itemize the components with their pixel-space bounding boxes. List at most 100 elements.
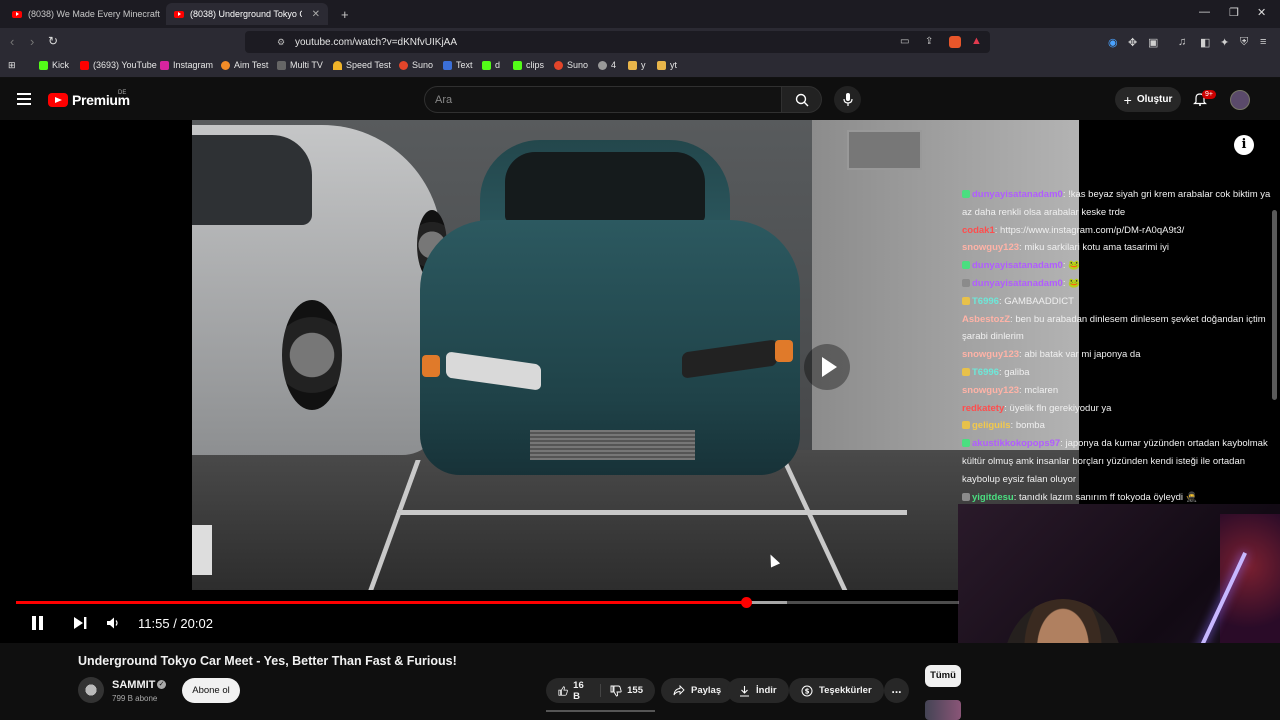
- chat-username[interactable]: snowguy123: [962, 385, 1019, 396]
- recommended-thumbnail[interactable]: [925, 700, 961, 720]
- like-button[interactable]: 16 B: [558, 680, 590, 702]
- close-tab-icon[interactable]: ✕: [312, 9, 320, 20]
- more-actions-button[interactable]: ...: [884, 678, 909, 703]
- channel-name[interactable]: SAMMIT: [112, 679, 155, 691]
- url-field[interactable]: ⚙ youtube.com/watch?v=dKNfvUIKjAA ▭ ⇪ ▲: [245, 31, 990, 53]
- chat-message: akustikkokopops97: japonya da kumar yüzü…: [958, 435, 1280, 488]
- create-label: Oluştur: [1136, 94, 1173, 105]
- download-button[interactable]: İndir: [727, 678, 789, 703]
- filter-chip-all[interactable]: Tümü: [925, 665, 961, 687]
- sidebar-icon[interactable]: ◧: [1200, 36, 1210, 49]
- music-icon[interactable]: ♫: [1178, 36, 1186, 48]
- voice-search-button[interactable]: [834, 86, 861, 113]
- wallet-icon[interactable]: ▣: [1148, 36, 1158, 49]
- forward-icon[interactable]: ›: [30, 34, 34, 49]
- bookmark-folder-yt[interactable]: yt: [657, 60, 677, 70]
- search-input[interactable]: Ara: [424, 86, 782, 113]
- chat-username[interactable]: akustikkokopops97: [972, 438, 1060, 449]
- chat-username[interactable]: geliguils: [972, 420, 1011, 431]
- youtube-favicon-icon: [174, 10, 184, 18]
- chat-username[interactable]: redkatety: [962, 403, 1004, 414]
- chat-username[interactable]: codak1: [962, 225, 995, 236]
- minimize-icon[interactable]: —: [1199, 6, 1210, 18]
- bookmark-suno[interactable]: Suno: [399, 60, 433, 70]
- subscribe-button[interactable]: Abone ol: [182, 678, 240, 703]
- ai-assistant-icon[interactable]: ✦: [1220, 36, 1229, 49]
- chat-username[interactable]: snowguy123: [962, 349, 1019, 360]
- brave-rewards-icon[interactable]: ▲: [971, 35, 982, 47]
- back-icon[interactable]: ‹: [10, 34, 14, 49]
- chat-username[interactable]: dunyayisatanadam0: [972, 260, 1063, 271]
- notification-badge: 9+: [1202, 90, 1216, 99]
- channel-avatar[interactable]: [78, 677, 104, 703]
- share-button[interactable]: Paylaş: [661, 678, 734, 703]
- speedometer-icon: [333, 60, 342, 70]
- dislike-count: 155: [627, 685, 643, 696]
- chat-text: 🐸: [1068, 277, 1080, 289]
- chat-username[interactable]: T6996: [972, 367, 999, 378]
- search-button[interactable]: [782, 86, 822, 113]
- maximize-icon[interactable]: ❐: [1229, 6, 1239, 19]
- apps-grid-icon[interactable]: ⊞: [8, 60, 16, 71]
- chat-username[interactable]: T6996: [972, 296, 999, 307]
- bookmark-label: d: [495, 60, 501, 70]
- car-windshield: [505, 152, 705, 222]
- menu-icon[interactable]: ≡: [1260, 36, 1266, 48]
- bookmark-aim-test[interactable]: Aim Test: [221, 60, 268, 70]
- hamburger-menu-icon[interactable]: [17, 93, 31, 105]
- bookmark-label: Multi TV: [290, 60, 323, 70]
- reload-icon[interactable]: ↻: [48, 34, 58, 48]
- chat-badge-icon: [962, 278, 970, 287]
- bookmark-kick[interactable]: Kick: [39, 60, 69, 70]
- chat-text: üyelik fln gerekiyodur ya: [1009, 402, 1112, 414]
- bookmark-text[interactable]: Text: [443, 60, 473, 70]
- dislike-button[interactable]: 155: [610, 685, 643, 697]
- new-tab-button[interactable]: +: [333, 3, 357, 25]
- chat-username[interactable]: dunyayisatanadam0: [972, 278, 1063, 289]
- bookmark-multi-tv[interactable]: Multi TV: [277, 60, 323, 70]
- brave-shield-icon[interactable]: [949, 36, 961, 48]
- chat-badge-icon: [962, 439, 970, 448]
- bookmark-clips[interactable]: clips: [513, 60, 544, 70]
- bookmark-folder-y[interactable]: y: [628, 60, 646, 70]
- chat-username[interactable]: yigitdesu: [972, 492, 1014, 503]
- bookmark-instagram[interactable]: Instagram: [160, 60, 213, 70]
- chat-text: miku sarkilari kotu ama tasarimi iyi: [1024, 242, 1169, 254]
- create-button[interactable]: + Oluştur: [1115, 87, 1181, 112]
- video-player[interactable]: i dunyayisatanadam0: !kas beyaz siyah gr…: [0, 120, 1280, 643]
- scrubber-handle[interactable]: [741, 597, 753, 608]
- bookmark-youtube[interactable]: (3693) YouTube: [80, 60, 157, 70]
- bookmark-suno-2[interactable]: Suno: [554, 60, 588, 70]
- audio-playing-icon[interactable]: ◉: [1108, 36, 1118, 49]
- extensions-icon[interactable]: ✥: [1128, 36, 1137, 49]
- tab-underground-tokyo[interactable]: (8038) Underground Tokyo Car M ✕: [166, 3, 328, 25]
- share-icon: [673, 685, 685, 696]
- play-overlay-button[interactable]: [804, 344, 850, 390]
- bookmark-d[interactable]: d: [482, 60, 500, 70]
- share-page-icon[interactable]: ⇪: [925, 36, 933, 47]
- bookmark-label: y: [641, 60, 646, 70]
- vpn-shield-icon[interactable]: ⛨: [1240, 36, 1248, 49]
- volume-icon[interactable]: [106, 616, 120, 630]
- kick-icon: [482, 60, 491, 70]
- instagram-icon: [160, 60, 169, 70]
- progress-bar[interactable]: [16, 597, 959, 608]
- account-avatar[interactable]: [1230, 90, 1250, 110]
- close-window-icon[interactable]: ✕: [1257, 6, 1266, 19]
- info-icon[interactable]: i: [1234, 135, 1254, 155]
- chat-username[interactable]: AsbestozZ: [962, 314, 1010, 325]
- video-frame: [192, 120, 1079, 590]
- chat-username[interactable]: dunyayisatanadam0: [972, 189, 1063, 200]
- site-info-icon[interactable]: ⚙: [277, 37, 285, 48]
- next-video-icon[interactable]: [73, 616, 87, 630]
- bookmark-4[interactable]: 4: [598, 60, 616, 70]
- chat-username[interactable]: snowguy123: [962, 242, 1019, 253]
- play-pause-button[interactable]: [32, 616, 46, 630]
- indicator-light: [775, 340, 793, 362]
- pause-icon-bar: [39, 616, 43, 630]
- picture-in-picture-icon[interactable]: ▭: [900, 36, 909, 47]
- chat-badge-icon: [962, 296, 970, 305]
- thanks-button[interactable]: $ Teşekkürler: [789, 678, 884, 703]
- tab-minecraft[interactable]: (8038) We Made Every Minecraft Sw: [4, 3, 162, 25]
- bookmark-speed-test[interactable]: Speed Test: [333, 60, 391, 70]
